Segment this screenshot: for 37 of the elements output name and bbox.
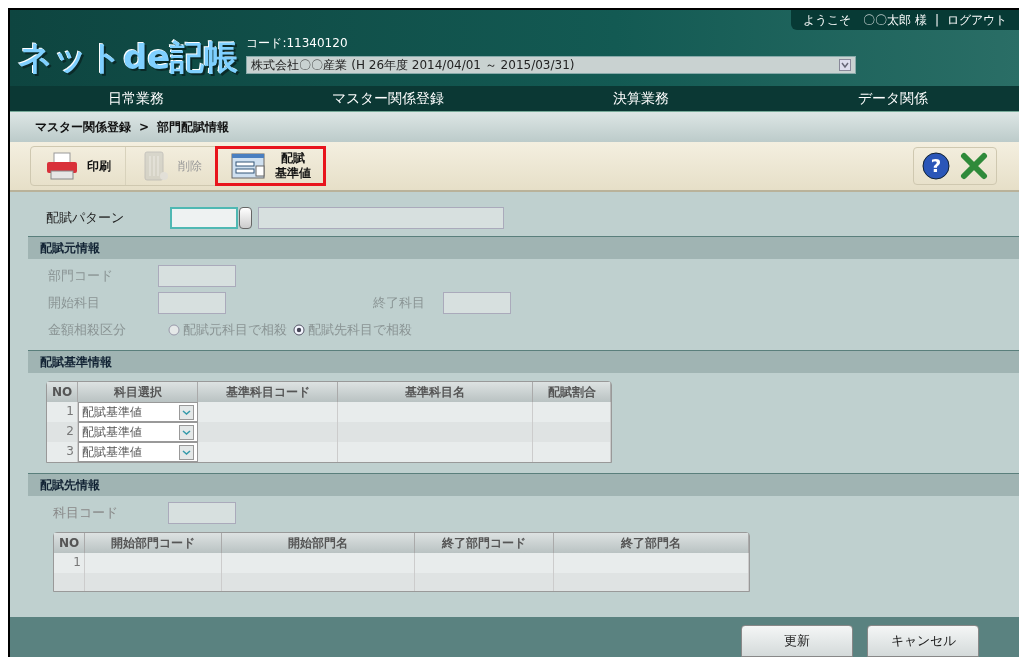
pattern-code-field[interactable] (170, 207, 238, 229)
printer-icon (45, 151, 79, 181)
field-label: 開始科目 (48, 294, 101, 313)
company-code: コード:11340120 (246, 35, 349, 52)
nav-menu-item[interactable]: データ関係 (857, 90, 928, 106)
form-window-icon (231, 152, 267, 180)
account-code-field (168, 502, 236, 524)
toolbar-button[interactable]: 印刷 (31, 147, 125, 185)
dropdown-arrow-icon (839, 59, 852, 71)
separator-text: | (934, 12, 939, 29)
close-icon[interactable] (960, 152, 988, 180)
section-header: 配賦元情報 (28, 237, 1019, 259)
field-label: 配賦パターン (46, 209, 125, 228)
logout-link[interactable]: ログアウト (947, 11, 1007, 29)
field-label: 金額相殺区分 (48, 321, 127, 340)
account-select[interactable]: 配賦基準値 (78, 442, 198, 462)
welcome-text: ようこそ 〇〇太郎 様 (803, 12, 927, 29)
help-icon[interactable]: ? (922, 152, 950, 180)
toolbar-button[interactable]: 配賦 基準値 (216, 147, 325, 185)
field-label: 終了科目 (373, 294, 426, 313)
nav-menu-item[interactable]: 決算業務 (612, 90, 669, 106)
footer-button[interactable]: 更新 (741, 625, 853, 657)
section-header: 配賦先情報 (28, 474, 1019, 496)
breadcrumb-separator: > (139, 119, 150, 136)
nav-menu-item[interactable]: マスター関係登録 (332, 90, 445, 106)
account-select[interactable]: 配賦基準値 (78, 402, 198, 422)
section-header: 配賦基準情報 (28, 351, 1019, 373)
app-logo: ネットde記帳 (18, 40, 239, 74)
lookup-button[interactable] (239, 207, 252, 229)
footer-button[interactable]: キャンセル (867, 625, 979, 657)
start-account-field (158, 292, 226, 314)
breadcrumb-link[interactable]: マスター関係登録 (35, 118, 131, 136)
end-account-field (443, 292, 511, 314)
breadcrumb-current: 部門配賦情報 (157, 119, 230, 136)
account-select[interactable]: 配賦基準値 (78, 422, 198, 442)
company-dropdown[interactable]: 株式会社〇〇産業 (H 26年度 2014/04/01 ～ 2015/03/31) (246, 56, 857, 74)
nav-menu-item[interactable]: 日常業務 (108, 90, 165, 106)
